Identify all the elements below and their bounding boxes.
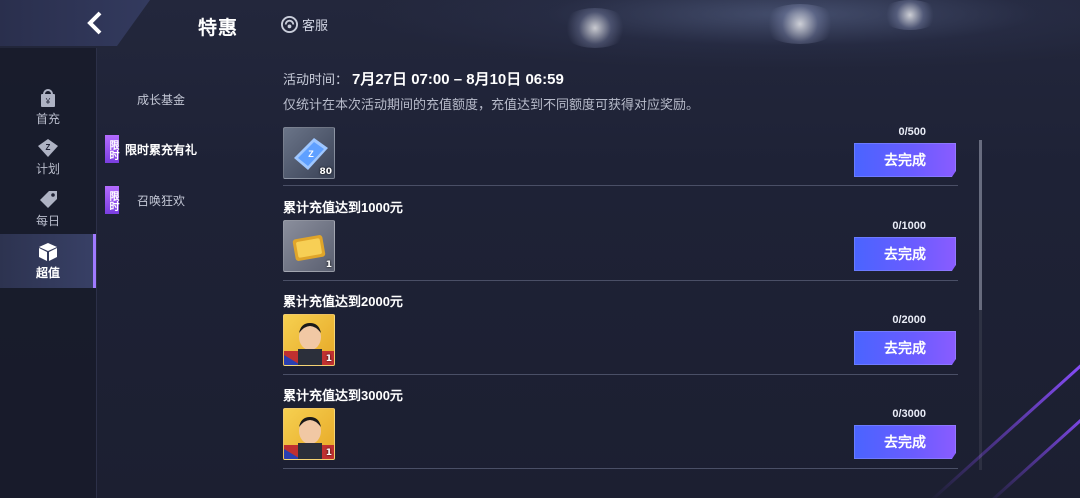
diamond-z-icon: Z <box>38 138 58 157</box>
go-complete-button[interactable]: 去完成 <box>854 237 956 271</box>
bag-icon: ¥ <box>41 88 55 107</box>
tier-title: 累计充值达到2000元 <box>283 294 403 309</box>
reward-tier: 累计充值达到2000元 1 0/2000 去完成 <box>283 291 958 377</box>
scroll-thumb[interactable] <box>979 140 982 310</box>
reward-item[interactable]: 1 <box>283 408 335 460</box>
progress-text: 0/2000 <box>892 314 926 326</box>
nav-label: 计划 <box>35 161 60 176</box>
go-complete-button[interactable]: 去完成 <box>854 425 956 459</box>
nav-label: 首充 <box>35 111 60 126</box>
reward-count: 1 <box>325 260 332 270</box>
divider <box>283 185 958 186</box>
reward-item[interactable]: 1 <box>283 220 335 272</box>
event-time: 活动时间： 7月27日 07:00 – 8月10日 06:59 <box>283 68 983 89</box>
event-description: 仅统计在本次活动期间的充值额度，充值达到不同额度可获得对应奖励。 <box>283 97 700 112</box>
sub-item-label: 成长基金 <box>137 92 186 107</box>
event-time-label: 活动时间： <box>283 72 349 87</box>
page-title: 特惠 <box>198 18 239 39</box>
divider <box>283 280 958 281</box>
nav-item-plan[interactable]: Z 计划 <box>0 132 96 182</box>
sub-item-growth-fund[interactable]: 成长基金 <box>97 82 267 116</box>
limited-badge: 限时 <box>105 186 119 214</box>
svg-text:Z: Z <box>46 143 51 152</box>
sub-nav: 成长基金 限时 限时累充有礼 限时 召唤狂欢 <box>96 48 266 498</box>
svg-text:¥: ¥ <box>45 97 51 106</box>
reward-count: 1 <box>325 448 332 458</box>
reward-item[interactable]: Z 80 <box>283 127 335 179</box>
nav-item-first-recharge[interactable]: ¥ 首充 <box>0 82 96 132</box>
nav-item-daily[interactable]: 每日 <box>0 184 96 234</box>
go-complete-button[interactable]: 去完成 <box>854 331 956 365</box>
sub-item-limited-recharge[interactable]: 限时 限时累充有礼 <box>97 132 267 166</box>
chevron-left-icon <box>87 11 102 35</box>
customer-service-icon <box>281 16 298 33</box>
customer-service-button[interactable]: 客服 <box>281 15 328 34</box>
tag-icon <box>40 190 57 208</box>
divider <box>283 468 958 469</box>
divider <box>283 374 958 375</box>
reward-tier: 累计充值达到3000元 1 0/3000 去完成 <box>283 385 958 471</box>
limited-badge: 限时 <box>105 135 119 163</box>
go-complete-button[interactable]: 去完成 <box>854 143 956 177</box>
tier-title: 累计充值达到1000元 <box>283 200 403 215</box>
cube-icon <box>39 242 57 261</box>
reward-item[interactable]: 1 <box>283 314 335 366</box>
nav-item-value[interactable]: 超值 <box>0 234 96 288</box>
progress-text: 0/3000 <box>892 408 926 420</box>
tier-title: 累计充值达到3000元 <box>283 388 403 403</box>
header: 特惠 客服 <box>0 0 1080 48</box>
sub-item-summon-carnival[interactable]: 限时 召唤狂欢 <box>97 183 267 217</box>
scrollbar[interactable] <box>979 140 982 470</box>
progress-text: 0/500 <box>898 126 926 138</box>
reward-count: 1 <box>325 354 332 364</box>
svg-text:Z: Z <box>308 149 314 159</box>
back-button[interactable] <box>0 0 150 46</box>
progress-text: 0/1000 <box>892 220 926 232</box>
reward-tier: Z 80 0/500 去完成 <box>283 120 958 190</box>
event-time-value: 7月27日 07:00 – 8月10日 06:59 <box>352 71 564 88</box>
sub-item-label: 限时累充有礼 <box>125 142 198 157</box>
customer-service-label: 客服 <box>302 18 329 33</box>
reward-tier: 累计充值达到1000元 1 0/1000 去完成 <box>283 197 958 283</box>
sub-item-label: 召唤狂欢 <box>137 193 186 208</box>
nav-label: 超值 <box>35 265 60 280</box>
nav-label: 每日 <box>35 213 60 228</box>
left-nav: ¥ 首充 Z 计划 每日 超值 <box>0 48 96 498</box>
reward-count: 80 <box>319 167 332 177</box>
